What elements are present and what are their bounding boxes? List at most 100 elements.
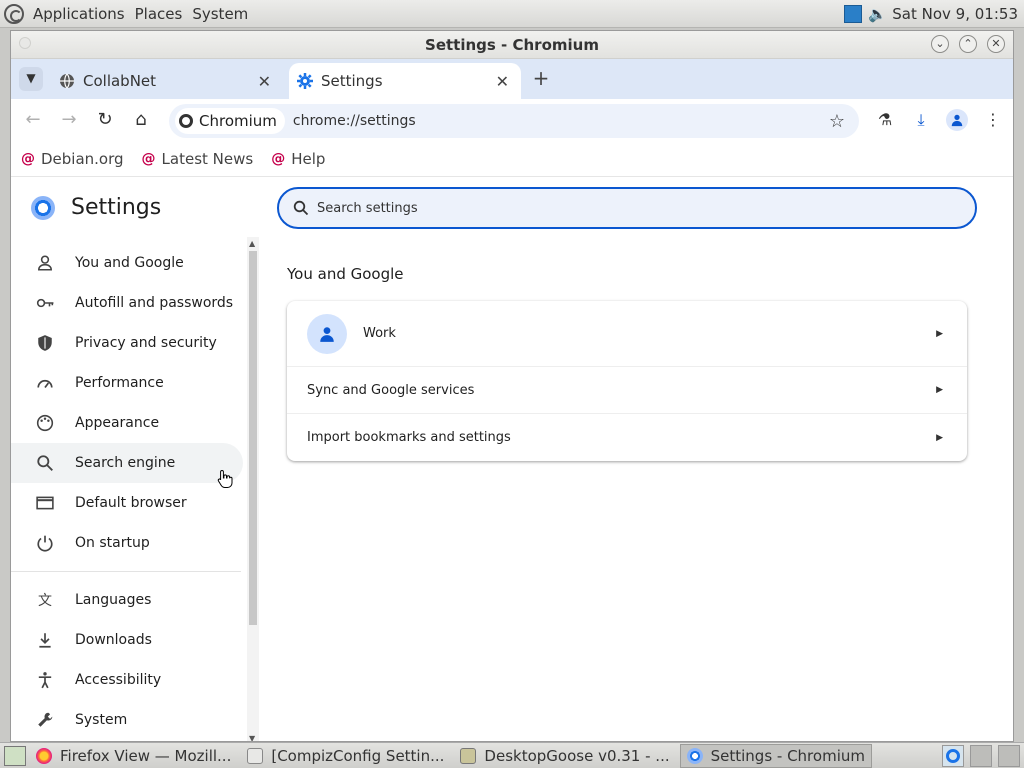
browser-window: Settings - Chromium ⌄ ⌃ ✕ ▼ CollabNet ✕ … (10, 30, 1014, 742)
site-info-chip[interactable]: Chromium (175, 108, 285, 134)
sidebar-item-autofill[interactable]: Autofill and passwords (11, 283, 243, 323)
url-text[interactable]: chrome://settings (293, 113, 416, 129)
new-tab-button[interactable]: + (529, 67, 553, 91)
sidebar-item-label: Search engine (75, 455, 176, 471)
home-button[interactable]: ⌂ (129, 108, 153, 132)
sidebar-item-performance[interactable]: Performance (11, 363, 243, 403)
top-panel: Applications Places System 🔈 Sat Nov 9, … (0, 0, 1024, 28)
bookmark-label: Latest News (161, 149, 254, 168)
key-icon (35, 293, 55, 313)
settings-heading: Settings (71, 195, 162, 220)
task-label: DesktopGoose v0.31 - ... (484, 746, 670, 765)
debian-logo-icon[interactable] (4, 3, 24, 24)
search-settings-input[interactable] (317, 200, 917, 216)
sidebar-item-search-engine[interactable]: Search engine (11, 443, 243, 483)
hand-cursor-icon (217, 469, 233, 488)
sidebar-item-appearance[interactable]: Appearance (11, 403, 243, 443)
scroll-up-arrow-icon[interactable]: ▲ (249, 239, 255, 248)
search-settings-box[interactable] (277, 187, 977, 229)
sidebar-item-label: Performance (75, 375, 164, 391)
bookmark-debian[interactable]: @ Debian.org (21, 150, 124, 168)
sidebar-item-languages[interactable]: 文 Languages (11, 580, 243, 620)
maximize-button[interactable]: ⌃ (959, 35, 977, 53)
power-icon (35, 533, 55, 553)
system-menu[interactable]: System (187, 5, 253, 23)
network-icon[interactable] (844, 4, 863, 23)
reload-button[interactable]: ↻ (93, 108, 117, 132)
search-icon (293, 200, 309, 216)
shield-icon (35, 333, 55, 353)
chevron-right-icon: ▶ (936, 328, 943, 339)
forward-button[interactable]: → (57, 108, 81, 132)
workspace-1[interactable] (942, 744, 964, 767)
show-desktop-icon[interactable] (4, 745, 26, 766)
task-desktopgoose[interactable]: DesktopGoose v0.31 - ... (454, 744, 675, 768)
close-tab-icon[interactable]: ✕ (258, 72, 271, 91)
folder-icon (460, 747, 477, 764)
sidebar-item-label: Languages (75, 592, 152, 608)
section-title: You and Google (287, 265, 404, 283)
sidebar-item-downloads[interactable]: Downloads (11, 620, 243, 660)
tab-collabnet[interactable]: CollabNet ✕ (51, 63, 283, 99)
tab-label: CollabNet (83, 72, 157, 90)
sidebar-item-label: Default browser (75, 495, 187, 511)
chromium-icon (179, 114, 193, 128)
sync-row[interactable]: Sync and Google services ▶ (287, 367, 967, 414)
task-compizconfig[interactable]: [CompizConfig Settin... (241, 744, 450, 768)
window-menu-icon[interactable] (19, 37, 31, 49)
scroll-down-arrow-icon[interactable]: ▼ (249, 734, 255, 741)
bookmark-label: Help (291, 149, 326, 168)
back-button[interactable]: ← (21, 108, 45, 132)
sidebar-scrollbar[interactable]: ▲ ▼ (247, 237, 259, 741)
close-tab-icon[interactable]: ✕ (496, 72, 509, 91)
task-chromium-settings[interactable]: Settings - Chromium (679, 743, 872, 768)
sidebar-item-label: Downloads (75, 632, 152, 648)
bookmark-star-icon[interactable]: ☆ (829, 111, 845, 132)
globe-icon (60, 73, 74, 89)
workspace-2[interactable] (970, 744, 992, 767)
person-icon (35, 253, 55, 273)
palette-icon (35, 413, 55, 433)
sidebar-item-on-startup[interactable]: On startup (11, 523, 243, 563)
downloads-button-icon[interactable]: ⤓ (909, 108, 933, 132)
tab-search-button[interactable]: ▼ (19, 67, 43, 91)
sidebar-item-you-and-google[interactable]: You and Google (11, 243, 243, 283)
sidebar-item-label: System (75, 712, 128, 728)
sidebar-item-label: Privacy and security (75, 335, 217, 351)
task-label: Firefox View — Mozill... (60, 746, 232, 765)
bookmark-latest-news[interactable]: @ Latest News (142, 150, 254, 168)
minimize-button[interactable]: ⌄ (931, 35, 949, 53)
sidebar-item-label: Appearance (75, 415, 160, 431)
sidebar-item-system[interactable]: System (11, 700, 243, 740)
sidebar-item-accessibility[interactable]: Accessibility (11, 660, 243, 700)
close-window-button[interactable]: ✕ (987, 35, 1005, 53)
import-label: Import bookmarks and settings (307, 430, 511, 445)
import-row[interactable]: Import bookmarks and settings ▶ (287, 414, 967, 461)
window-titlebar[interactable]: Settings - Chromium ⌄ ⌃ ✕ (11, 31, 1013, 59)
applications-menu[interactable]: Applications (28, 5, 130, 23)
task-firefox[interactable]: Firefox View — Mozill... (30, 744, 237, 768)
window-title: Settings - Chromium (425, 35, 599, 54)
firefox-icon (36, 747, 52, 764)
bookmark-help[interactable]: @ Help (271, 150, 325, 168)
search-icon (35, 453, 55, 473)
volume-icon[interactable]: 🔈 (868, 5, 887, 23)
labs-flask-icon[interactable]: ⚗ (873, 108, 897, 132)
scrollbar-thumb[interactable] (249, 251, 257, 625)
profile-row[interactable]: Work ▶ (287, 301, 967, 367)
workspace-3[interactable] (998, 744, 1020, 767)
clock[interactable]: Sat Nov 9, 01:53 (892, 5, 1018, 23)
address-bar[interactable]: Chromium chrome://settings ☆ (169, 104, 859, 138)
sidebar-item-privacy[interactable]: Privacy and security (11, 323, 243, 363)
sidebar-item-default-browser[interactable]: Default browser (11, 483, 243, 523)
settings-sidebar: You and Google Autofill and passwords Pr… (11, 237, 243, 741)
sidebar-item-label: Accessibility (75, 672, 162, 688)
sidebar-item-label: You and Google (75, 255, 184, 271)
menu-kebab-icon[interactable]: ⋮ (981, 108, 1005, 132)
profile-button[interactable] (945, 108, 969, 132)
chip-label: Chromium (199, 112, 277, 130)
panel-tray: 🔈 Sat Nov 9, 01:53 (844, 4, 1018, 23)
gear-icon (297, 73, 313, 89)
tab-settings[interactable]: Settings ✕ (289, 63, 521, 99)
places-menu[interactable]: Places (130, 5, 188, 23)
